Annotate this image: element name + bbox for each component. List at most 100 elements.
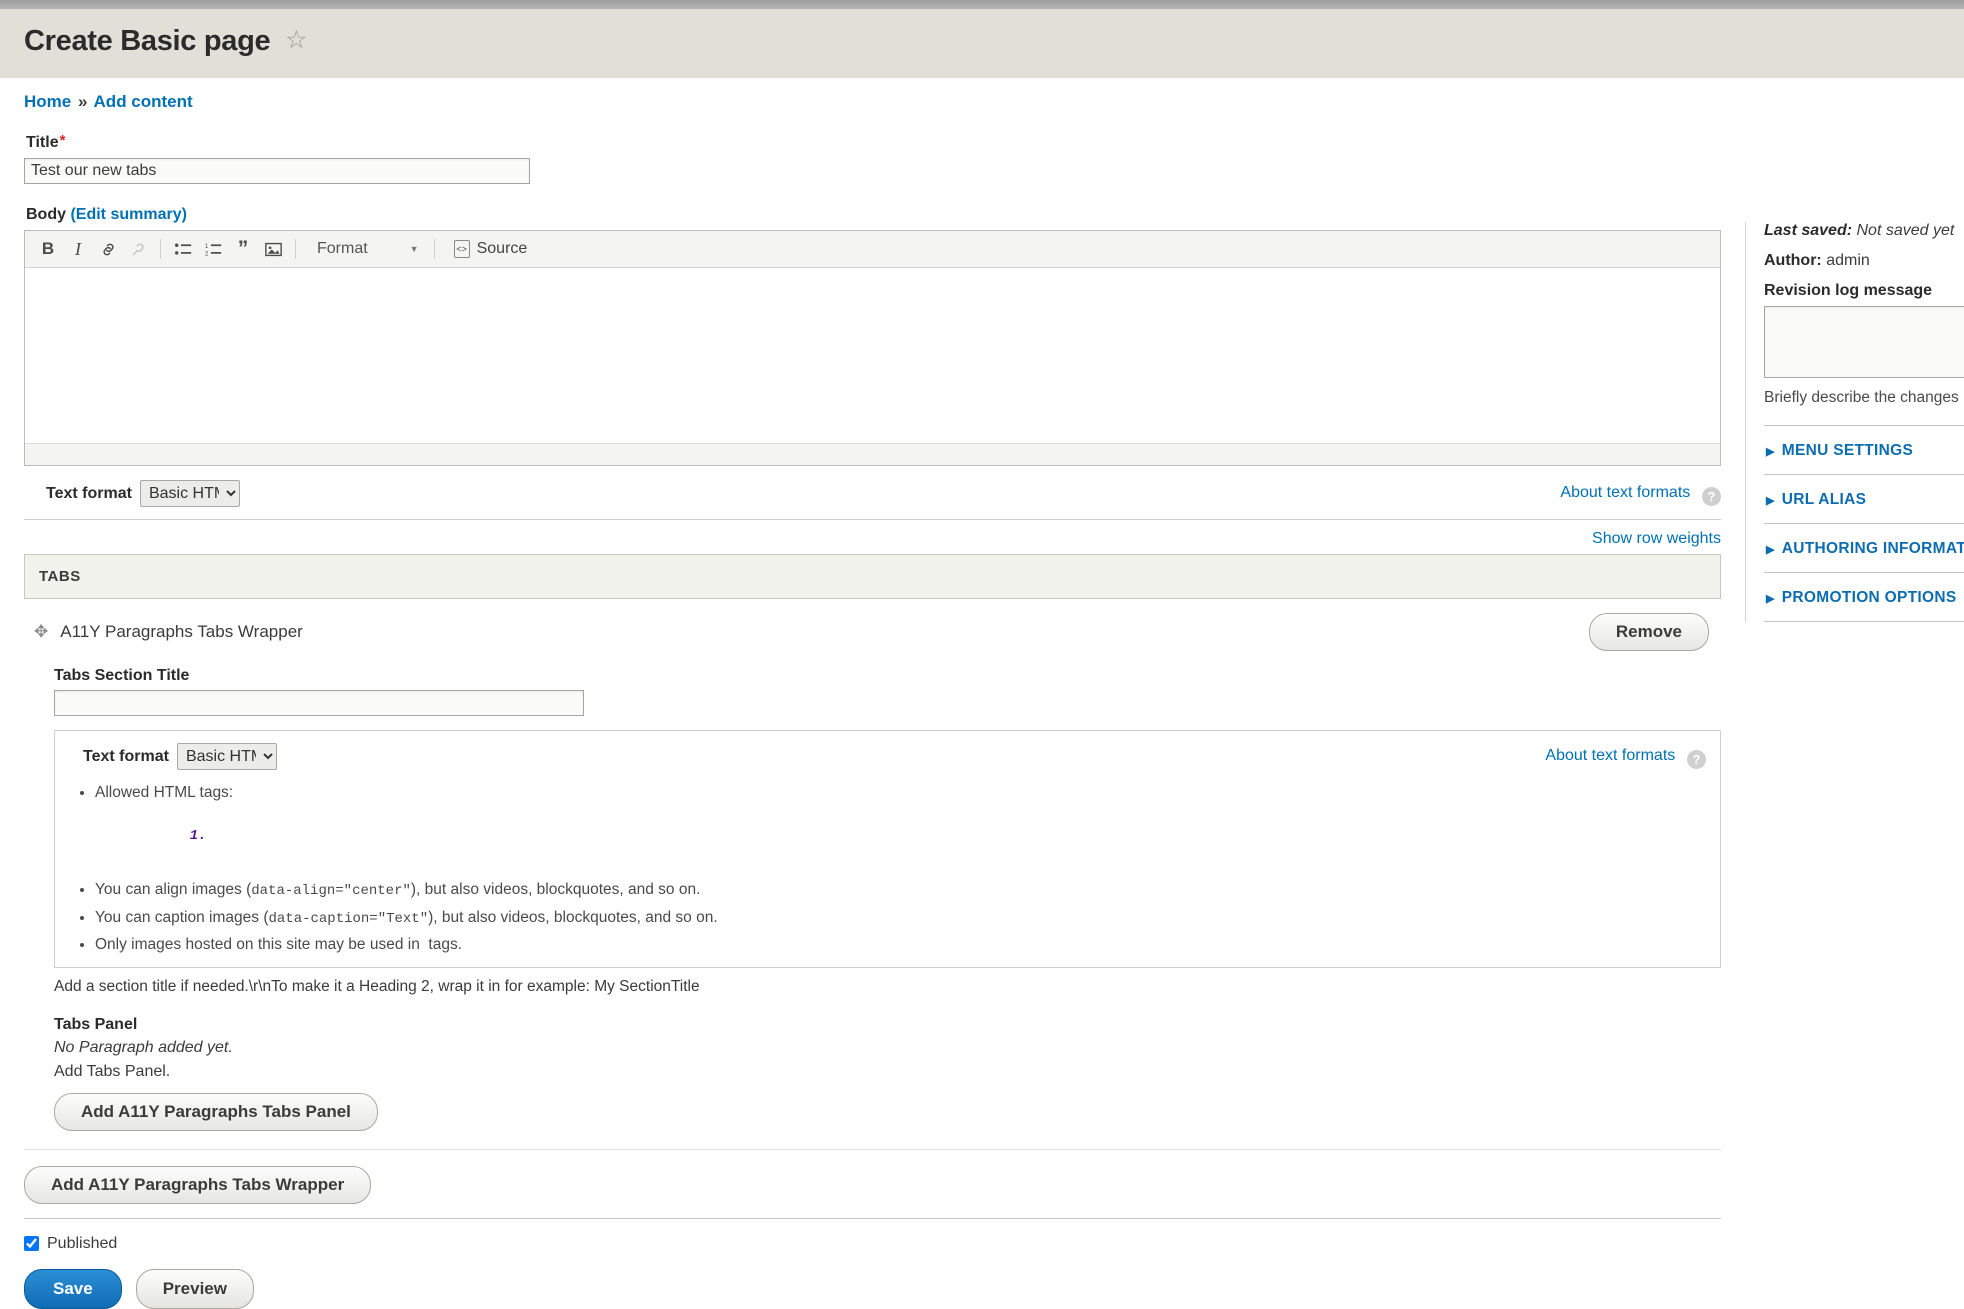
no-paragraph-note: No Paragraph added yet. (54, 1038, 233, 1056)
last-saved-row: Last saved: Not saved yet (1764, 222, 1964, 240)
editor-status-bar (25, 443, 1720, 465)
numbered-list-icon[interactable]: 12 (198, 235, 228, 263)
revision-log-description: Briefly describe the changes (1764, 389, 1959, 406)
filter-tip-item: Allowed HTML tags: (95, 782, 1720, 858)
top-gradient-bar (0, 0, 1964, 9)
format-dropdown-label: Format (317, 240, 368, 257)
unlink-icon (123, 235, 153, 263)
tabs-panel-label: Tabs Panel (54, 1015, 138, 1033)
menu-settings-label: MENU SETTINGS (1781, 442, 1914, 459)
title-label-text: Title (26, 134, 59, 151)
sidebar-item-url-alias[interactable]: ▶ URL ALIAS (1764, 474, 1964, 523)
toolbar-separator-3 (433, 239, 435, 259)
body-field-label: Body (Edit summary) (26, 206, 1721, 224)
promotion-options-label: PROMOTION OPTIONS (1781, 589, 1957, 606)
triangle-right-icon: ▶ (1766, 593, 1775, 605)
show-row-weights-link[interactable]: Show row weights (1592, 530, 1721, 547)
edit-summary-link[interactable]: (Edit summary) (70, 206, 186, 223)
body-label-text: Body (26, 206, 66, 223)
author-label: Author: (1764, 252, 1822, 269)
sidebar-item-menu-settings[interactable]: ▶ MENU SETTINGS (1764, 425, 1964, 474)
sidebar: Last saved: Not saved yet Author: admin … (1745, 112, 1964, 622)
filter-tips-box: Text format Basic HTML About text format… (54, 730, 1721, 968)
author-value: admin (1826, 252, 1870, 269)
filter-tip-item: You can align images (data-align="center… (95, 879, 1720, 901)
breadcrumb: Home » Add content (0, 78, 1964, 112)
nested-about-text-formats-link[interactable]: About text formats (1545, 747, 1675, 764)
title-field-label: Title* (26, 132, 1721, 152)
tabs-wrapper-body: Tabs Section Title Text format Basic HTM… (24, 667, 1721, 1131)
source-button[interactable]: <> Source (453, 240, 528, 258)
breadcrumb-home-link[interactable]: Home (24, 92, 71, 111)
url-alias-label: URL ALIAS (1781, 491, 1867, 508)
chevron-down-icon: ▼ (409, 244, 419, 254)
svg-text:1: 1 (205, 243, 209, 249)
star-outline-icon[interactable]: ☆ (285, 25, 307, 55)
breadcrumb-separator: » (77, 92, 88, 111)
bulleted-list-icon[interactable] (168, 235, 198, 263)
published-label: Published (47, 1234, 118, 1252)
published-row: Published (24, 1235, 1721, 1253)
italic-icon[interactable]: I (63, 235, 93, 263)
tabs-section-title-label: Tabs Section Title (54, 667, 190, 684)
blockquote-icon[interactable]: ” (228, 235, 258, 263)
last-saved-label: Last saved: (1764, 222, 1853, 239)
triangle-right-icon: ▶ (1766, 446, 1775, 458)
divider-3 (24, 1217, 1721, 1219)
required-marker: * (59, 132, 66, 149)
page-title: Create Basic page (24, 25, 271, 57)
title-input[interactable] (24, 158, 530, 184)
breadcrumb-add-content-link[interactable]: Add content (94, 92, 193, 111)
image-icon[interactable] (258, 235, 288, 263)
toolbar-separator-1 (160, 239, 161, 259)
divider-2 (24, 1148, 1721, 1150)
body-content-area[interactable] (25, 268, 1720, 443)
tabs-wrapper-label: A11Y Paragraphs Tabs Wrapper (60, 622, 303, 641)
add-tabs-panel-button[interactable]: Add A11Y Paragraphs Tabs Panel (54, 1092, 378, 1131)
preview-button[interactable]: Preview (135, 1268, 254, 1309)
editor-toolbar: B I 12 ” Format ▼ <> Source (25, 231, 1720, 268)
format-dropdown[interactable]: Format ▼ (309, 240, 427, 258)
bold-icon[interactable]: B (33, 235, 63, 263)
nested-text-format-label: Text format (83, 747, 169, 765)
source-button-label: Source (476, 240, 528, 257)
question-mark-icon[interactable]: ? (1702, 486, 1721, 506)
filter-tip-item: You can caption images (data-caption="Te… (95, 907, 1720, 929)
add-tabs-panel-note: Add Tabs Panel. (54, 1062, 171, 1080)
svg-text:2: 2 (205, 251, 208, 257)
form-actions: Save Preview (24, 1268, 1721, 1309)
bold-glyph: B (41, 239, 55, 258)
text-format-select[interactable]: Basic HTML (139, 480, 240, 507)
sidebar-item-promotion-options[interactable]: ▶ PROMOTION OPTIONS (1764, 572, 1964, 622)
title-bar: Create Basic page ☆ (0, 9, 1964, 78)
about-text-formats-link[interactable]: About text formats (1560, 484, 1690, 501)
tabs-section-title-description: Add a section title if needed.\r\nTo mak… (54, 977, 700, 995)
drag-handle-icon[interactable]: ✥ (34, 622, 48, 642)
triangle-right-icon: ▶ (1766, 544, 1775, 556)
filter-tips-list: Allowed HTML tags: You can align images … (55, 782, 1720, 957)
nested-text-format-select[interactable]: Basic HTML (176, 743, 277, 770)
last-saved-value: Not saved yet (1856, 222, 1955, 239)
body-editor: B I 12 ” Format ▼ <> Source (24, 230, 1721, 466)
remove-button[interactable]: Remove (1588, 613, 1709, 651)
revision-log-label: Revision log message (1764, 282, 1933, 299)
sidebar-item-authoring-information[interactable]: ▶ AUTHORING INFORMATI (1764, 523, 1964, 572)
link-icon[interactable] (93, 235, 123, 263)
triangle-right-icon: ▶ (1766, 495, 1775, 507)
body-text-format-row: Text format Basic HTML About text format… (24, 480, 1721, 519)
tabs-wrapper-row: ✥ A11Y Paragraphs Tabs Wrapper Remove (24, 599, 1721, 661)
text-format-label: Text format (46, 484, 132, 502)
tabs-section-title-input[interactable] (54, 690, 584, 716)
nested-text-format-row: Text format Basic HTML About text format… (55, 731, 1720, 776)
code-icon: <> (453, 240, 470, 258)
revision-log-textarea[interactable] (1764, 306, 1964, 378)
author-row: Author: admin (1764, 252, 1964, 270)
nested-question-mark-icon[interactable]: ? (1687, 749, 1706, 769)
authoring-information-label: AUTHORING INFORMATI (1781, 540, 1964, 557)
save-button[interactable]: Save (24, 1268, 122, 1309)
toolbar-separator-2 (295, 239, 296, 259)
add-tabs-wrapper-button[interactable]: Add A11Y Paragraphs Tabs Wrapper (24, 1165, 372, 1204)
tabs-section-header: TABS (24, 554, 1721, 599)
main-form: Title* Body (Edit summary) B I (0, 112, 1745, 1309)
published-checkbox[interactable] (24, 1236, 39, 1252)
